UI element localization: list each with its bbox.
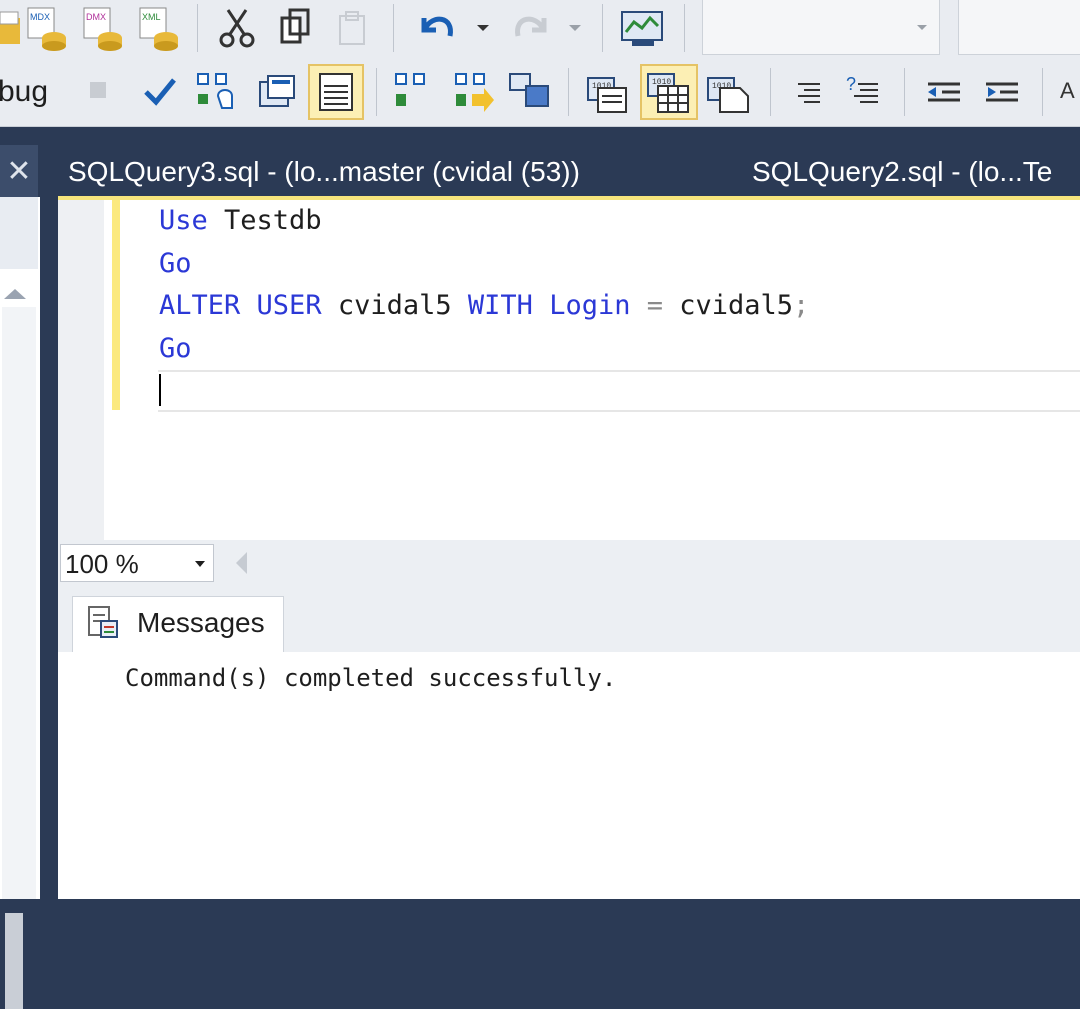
sql-identifier: [630, 290, 646, 321]
sql-identifier: cvidal5: [663, 290, 794, 321]
vertical-scrollbar[interactable]: [2, 307, 36, 1009]
chevron-down-icon: [195, 561, 205, 567]
increase-indent-icon[interactable]: [980, 72, 1024, 112]
object-explorer-panel: [0, 197, 42, 1009]
code-line[interactable]: Go: [159, 243, 809, 286]
change-tracking-bar: [112, 200, 120, 410]
decrease-indent-icon[interactable]: [922, 72, 966, 112]
messages-tab-label: Messages: [137, 607, 265, 638]
sql-keyword: USER: [256, 290, 322, 321]
sql-keyword: ALTER: [159, 290, 241, 321]
copy-icon[interactable]: [272, 4, 318, 52]
client-stats-icon[interactable]: [506, 68, 554, 116]
mdx-query-icon[interactable]: [0, 4, 24, 52]
editor-status-bar: 100 %: [58, 540, 1080, 586]
svg-text:XML: XML: [142, 12, 161, 22]
code-line[interactable]: [159, 370, 809, 413]
sql-identifier: Testdb: [207, 205, 322, 236]
standard-toolbar: MDX DMX XML: [0, 0, 1080, 62]
sql-editor-toolbar: bug 1010 1010 1010 ? A: [0, 62, 1080, 127]
database-combo[interactable]: [702, 0, 940, 55]
tab-sqlquery3[interactable]: SQLQuery3.sql - (lo...master (cvidal (53…: [58, 148, 728, 196]
code-line[interactable]: Use Testdb: [159, 200, 809, 243]
stop-icon[interactable]: [84, 74, 114, 108]
redo-icon[interactable]: [508, 4, 558, 52]
scroll-left-icon[interactable]: [236, 552, 247, 574]
scrollbar-thumb[interactable]: [5, 913, 23, 1009]
comment-icon[interactable]: [790, 72, 830, 112]
estimated-plan-icon[interactable]: [192, 68, 240, 116]
tab-sqlquery2[interactable]: SQLQuery2.sql - (lo...Te: [752, 148, 1080, 196]
code-line[interactable]: ALTER USER cvidal5 WITH Login = cvidal5;: [159, 285, 809, 328]
svg-text:?: ?: [846, 74, 856, 94]
xmla-query-icon[interactable]: XML: [136, 4, 182, 52]
query-options-icon[interactable]: [254, 68, 300, 116]
include-plan-icon[interactable]: [390, 68, 436, 116]
undo-dropdown-icon[interactable]: [474, 20, 492, 36]
cut-icon[interactable]: [214, 4, 260, 52]
svg-text:MDX: MDX: [30, 12, 50, 22]
results-to-text-2-icon[interactable]: 1010: [584, 68, 634, 116]
object-explorer-header: [0, 197, 38, 269]
editor-gutter: [58, 200, 104, 540]
debug-button-label[interactable]: bug: [0, 75, 48, 109]
activity-monitor-icon[interactable]: [618, 4, 670, 52]
dmx-query-icon[interactable]: DMX: [80, 4, 126, 52]
svg-text:DMX: DMX: [86, 12, 106, 22]
results-pane: Messages Command(s) completed successful…: [58, 586, 1080, 899]
uncomment-icon[interactable]: ?: [842, 72, 886, 112]
zoom-value: 100 %: [65, 549, 139, 579]
undo-icon[interactable]: [410, 4, 460, 52]
code-lines[interactable]: Use Testdb Go ALTER USER cvidal5 WITH Logi…: [159, 200, 809, 413]
specify-values-icon[interactable]: A: [1058, 72, 1080, 112]
live-stats-icon[interactable]: [450, 68, 496, 116]
messages-icon: [83, 603, 123, 643]
sql-keyword: WITH: [467, 290, 533, 321]
sql-operator: =: [646, 290, 663, 321]
svg-text:A: A: [1060, 78, 1075, 103]
close-icon[interactable]: ✕: [0, 145, 38, 197]
dmx-query-icon[interactable]: MDX: [24, 4, 70, 52]
redo-dropdown-icon[interactable]: [566, 20, 584, 36]
sql-keyword: Login: [549, 290, 631, 321]
scroll-up-icon[interactable]: [4, 289, 26, 299]
sql-identifier: [533, 290, 549, 321]
sql-keyword: Go: [159, 247, 192, 279]
result-message: Command(s) completed successfully.: [125, 664, 617, 692]
sql-identifier: cvidal5: [321, 290, 468, 321]
results-to-file-icon[interactable]: 1010: [704, 68, 754, 116]
solution-config-combo[interactable]: [958, 0, 1080, 55]
results-to-text-icon[interactable]: [308, 64, 364, 120]
results-tab-strip: Messages: [58, 586, 1080, 652]
parse-icon[interactable]: [140, 72, 180, 112]
zoom-select[interactable]: 100 %: [60, 544, 214, 582]
sql-keyword: Use: [159, 205, 208, 236]
paste-icon[interactable]: [330, 4, 376, 52]
panel-divider: [40, 197, 58, 899]
tab-messages[interactable]: Messages: [72, 596, 284, 652]
sql-operator: ;: [793, 290, 810, 321]
sql-keyword: Go: [159, 332, 192, 364]
results-to-grid-icon[interactable]: 1010: [640, 64, 698, 120]
sql-identifier: [240, 290, 256, 321]
query-editor[interactable]: Use Testdb Go ALTER USER cvidal5 WITH Logi…: [58, 200, 1080, 540]
code-line[interactable]: Go: [159, 328, 809, 371]
text-caret: [159, 374, 161, 406]
